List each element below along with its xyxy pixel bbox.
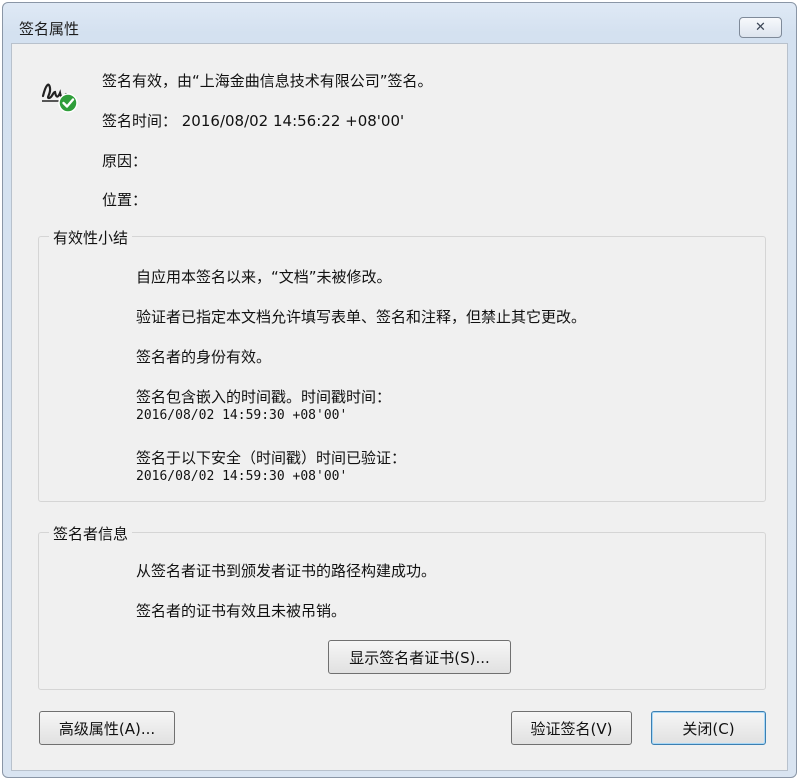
dialog-body: 签名有效，由“上海金曲信息技术有限公司”签名。 签名时间： 2016/08/02… <box>11 43 788 771</box>
validity-summary-group: 有效性小结 自应用本签名以来，“文档”未被修改。 验证者已指定本文档允许填写表单… <box>38 227 766 502</box>
signature-properties-window: 签名属性 ✕ 签名有效，由“上海金曲信息技术有限公司”签名。 签名时间： 201… <box>2 2 797 778</box>
signature-valid-icon <box>41 83 78 113</box>
signature-status-text: 签名有效，由“上海金曲信息技术有限公司”签名。 <box>102 72 433 90</box>
signer-info-group: 签名者信息 从签名者证书到颁发者证书的路径构建成功。 签名者的证书有效且未被吊销… <box>38 523 766 690</box>
validity-line-verified-time: 签名于以下安全（时间戳）时间已验证： <box>136 449 407 467</box>
validity-summary-label: 有效性小结 <box>49 227 133 248</box>
window-title: 签名属性 <box>19 20 80 38</box>
validity-line-permissions: 验证者已指定本文档允许填写表单、签名和注释，但禁止其它更改。 <box>136 308 587 326</box>
reason-label: 原因： <box>102 152 148 170</box>
close-icon: ✕ <box>755 20 766 35</box>
validity-line-unmodified: 自应用本签名以来，“文档”未被修改。 <box>136 268 392 286</box>
location-label: 位置： <box>102 191 148 209</box>
signer-line-valid: 签名者的证书有效且未被吊销。 <box>136 602 347 620</box>
timestamp-value-1: 2016/08/02 14:59:30 +08'00' <box>136 408 348 423</box>
validity-line-identity: 签名者的身份有效。 <box>136 348 272 366</box>
title-bar: 签名属性 ✕ <box>3 3 796 41</box>
validity-line-timestamp: 签名包含嵌入的时间戳。时间戳时间： <box>136 388 392 406</box>
signer-line-path: 从签名者证书到颁发者证书的路径构建成功。 <box>136 562 437 580</box>
close-window-button[interactable]: ✕ <box>739 17 782 38</box>
show-signer-certificate-button[interactable]: 显示签名者证书(S)... <box>328 640 511 674</box>
timestamp-value-2: 2016/08/02 14:59:30 +08'00' <box>136 469 348 484</box>
close-button[interactable]: 关闭(C) <box>651 711 766 745</box>
signing-time-text: 签名时间： 2016/08/02 14:56:22 +08'00' <box>102 112 405 130</box>
advanced-properties-button[interactable]: 高级属性(A)... <box>39 711 175 745</box>
verify-signature-button[interactable]: 验证签名(V) <box>511 711 632 745</box>
signer-info-label: 签名者信息 <box>49 523 133 544</box>
